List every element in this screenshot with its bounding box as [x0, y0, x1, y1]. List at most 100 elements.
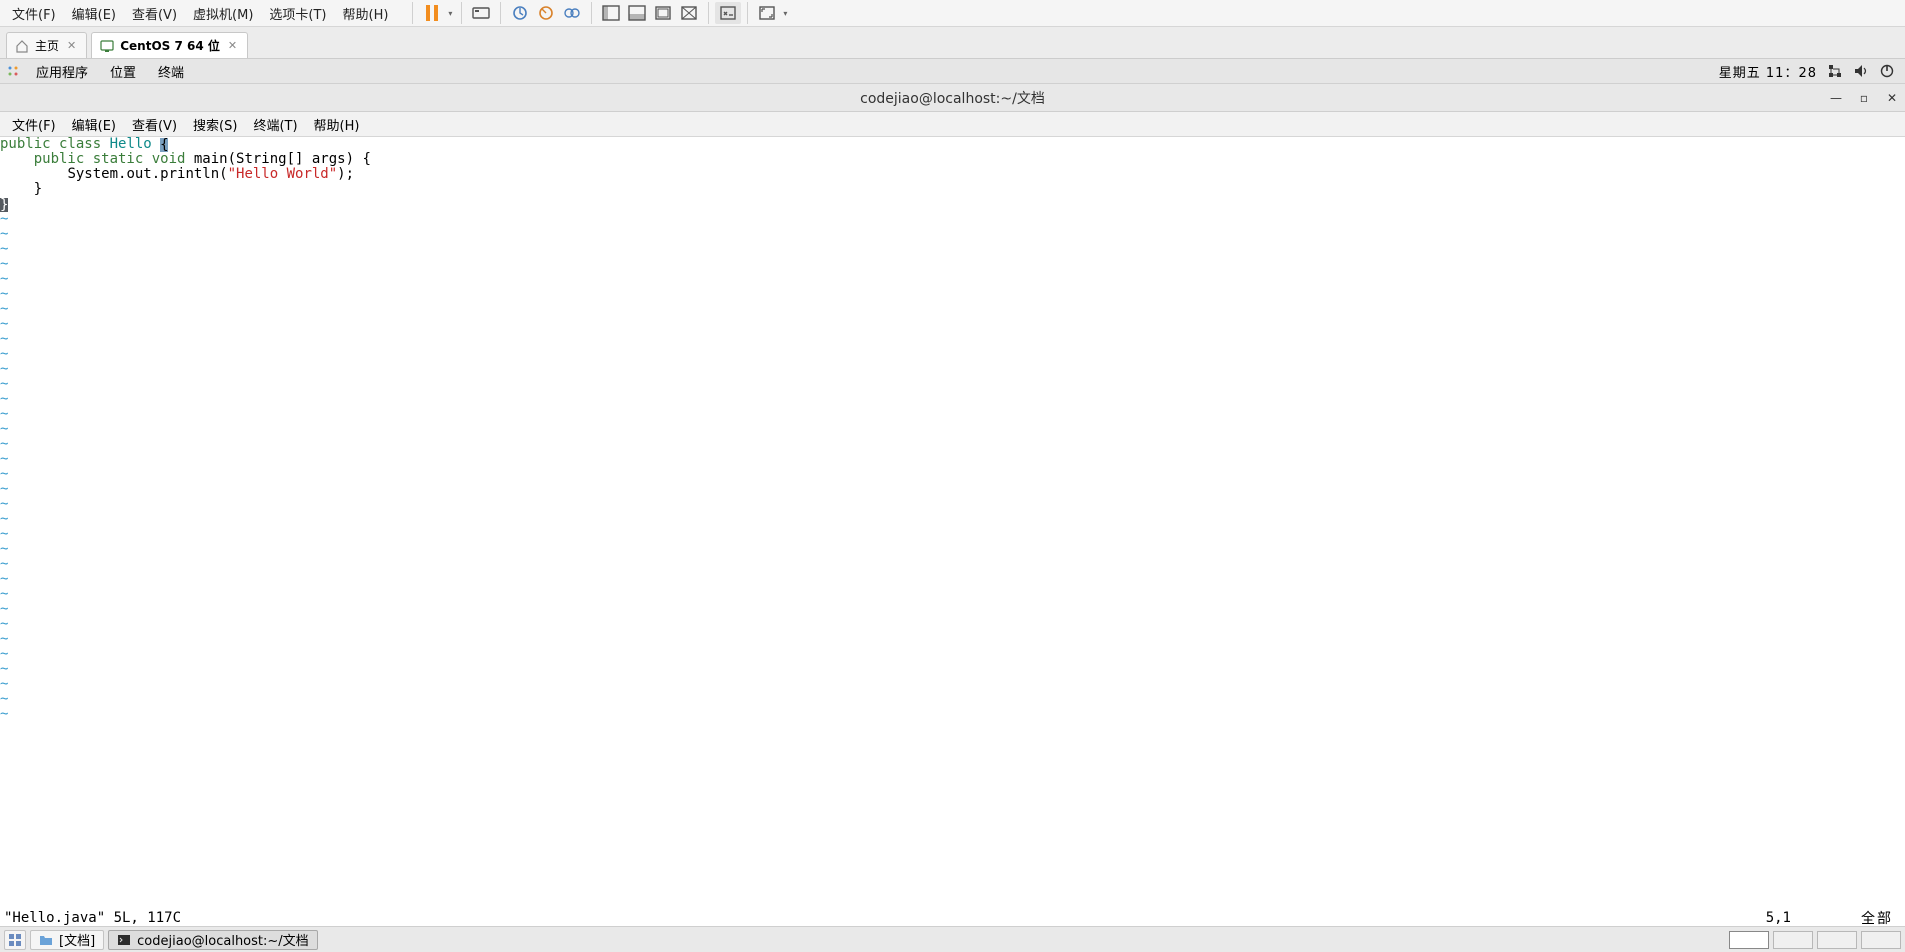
- menu-edit[interactable]: 编辑(E): [64, 0, 124, 27]
- snapshot-manager-icon[interactable]: [559, 2, 585, 24]
- taskbar-docs[interactable]: [文档]: [30, 930, 104, 950]
- home-icon: [15, 39, 29, 53]
- menu-file[interactable]: 文件(F): [4, 0, 64, 27]
- gnome-applications[interactable]: 应用程序: [26, 59, 98, 84]
- terminal-menubar: 文件(F) 编辑(E) 查看(V) 搜索(S) 终端(T) 帮助(H): [0, 112, 1905, 137]
- vim-empty-line: ~: [0, 407, 1905, 422]
- code-line-1: public class Hello {: [0, 137, 1905, 152]
- power-icon[interactable]: [1879, 63, 1895, 79]
- workspace-4[interactable]: [1861, 931, 1901, 949]
- vim-empty-line: ~: [0, 557, 1905, 572]
- workspace-1[interactable]: [1729, 931, 1769, 949]
- snapshot-revert-icon[interactable]: [533, 2, 559, 24]
- gnome-places[interactable]: 位置: [100, 59, 146, 84]
- vim-editor[interactable]: public class Hello { public static void …: [0, 137, 1905, 909]
- tab-home[interactable]: 主页 ✕: [6, 32, 87, 58]
- code-line-5: }: [0, 197, 1905, 212]
- vim-empty-line: ~: [0, 662, 1905, 677]
- term-menu-edit[interactable]: 编辑(E): [64, 112, 124, 137]
- terminal-title-text: codejiao@localhost:~/文档: [860, 88, 1045, 108]
- menu-vm[interactable]: 虚拟机(M): [185, 0, 261, 27]
- vim-empty-line: ~: [0, 452, 1905, 467]
- pause-vm-icon[interactable]: [419, 2, 445, 24]
- tab-home-label: 主页: [35, 37, 59, 54]
- vim-empty-line: ~: [0, 677, 1905, 692]
- fullscreen-icon[interactable]: [754, 2, 780, 24]
- code-line-3: System.out.println("Hello World");: [0, 167, 1905, 182]
- term-menu-terminal[interactable]: 终端(T): [245, 112, 305, 137]
- vim-empty-line: ~: [0, 587, 1905, 602]
- tab-centos-label: CentOS 7 64 位: [120, 37, 220, 54]
- vim-cursor: }: [0, 198, 8, 212]
- view-stretch-icon[interactable]: [676, 2, 702, 24]
- view-console-icon[interactable]: [650, 2, 676, 24]
- view-sidebar-icon[interactable]: [598, 2, 624, 24]
- vim-empty-line: ~: [0, 362, 1905, 377]
- tab-centos-close-icon[interactable]: ✕: [226, 39, 239, 52]
- vim-empty-line: ~: [0, 272, 1905, 287]
- taskbar-terminal-label: codejiao@localhost:~/文档: [137, 930, 309, 949]
- tab-home-close-icon[interactable]: ✕: [65, 39, 78, 52]
- activities-icon[interactable]: [6, 64, 20, 78]
- vim-empty-line: ~: [0, 632, 1905, 647]
- menu-help[interactable]: 帮助(H): [335, 0, 397, 27]
- network-icon[interactable]: [1827, 63, 1843, 79]
- brace-match-highlight: {: [160, 138, 168, 152]
- taskbar-terminal[interactable]: codejiao@localhost:~/文档: [108, 930, 318, 950]
- window-maximize-icon[interactable]: ▫: [1855, 90, 1873, 106]
- term-menu-help[interactable]: 帮助(H): [306, 112, 368, 137]
- workspace-switcher: [1729, 931, 1901, 949]
- code-line-2: public static void main(String[] args) {: [0, 152, 1905, 167]
- menu-tabs[interactable]: 选项卡(T): [261, 0, 334, 27]
- vim-empty-line: ~: [0, 572, 1905, 587]
- terminal-titlebar: codejiao@localhost:~/文档 — ▫ ✕: [0, 84, 1905, 112]
- term-menu-search[interactable]: 搜索(S): [185, 112, 245, 137]
- term-menu-file[interactable]: 文件(F): [4, 112, 64, 137]
- vim-empty-line: ~: [0, 242, 1905, 257]
- vim-empty-line: ~: [0, 527, 1905, 542]
- vim-empty-line: ~: [0, 692, 1905, 707]
- vim-empty-line: ~: [0, 437, 1905, 452]
- vmware-host-menubar: 文件(F) 编辑(E) 查看(V) 虚拟机(M) 选项卡(T) 帮助(H) ▾: [0, 0, 1905, 27]
- window-minimize-icon[interactable]: —: [1827, 90, 1845, 106]
- vim-empty-line: ~: [0, 317, 1905, 332]
- vim-empty-line: ~: [0, 287, 1905, 302]
- send-ctrl-alt-del-icon[interactable]: [468, 2, 494, 24]
- vim-empty-line: ~: [0, 707, 1905, 722]
- vmware-tabstrip: 主页 ✕ CentOS 7 64 位 ✕: [0, 27, 1905, 59]
- vim-status-file: "Hello.java" 5L, 117C: [4, 910, 181, 926]
- show-desktop-button[interactable]: [4, 930, 26, 950]
- power-dropdown-icon[interactable]: ▾: [445, 9, 455, 18]
- gnome-clock[interactable]: 星期五 11：28: [1719, 62, 1817, 81]
- view-thumbnail-icon[interactable]: [624, 2, 650, 24]
- vim-empty-line: ~: [0, 227, 1905, 242]
- folder-icon: [39, 933, 53, 947]
- vim-status-scroll: 全部: [1861, 908, 1901, 928]
- vim-empty-line: ~: [0, 332, 1905, 347]
- unity-mode-icon[interactable]: [715, 2, 741, 24]
- vim-empty-line: ~: [0, 482, 1905, 497]
- vim-status-pos: 5,1: [1766, 910, 1861, 926]
- vim-empty-line: ~: [0, 467, 1905, 482]
- workspace-3[interactable]: [1817, 931, 1857, 949]
- window-close-icon[interactable]: ✕: [1883, 90, 1901, 106]
- workspace-2[interactable]: [1773, 931, 1813, 949]
- vim-empty-line: ~: [0, 542, 1905, 557]
- volume-icon[interactable]: [1853, 63, 1869, 79]
- menu-view[interactable]: 查看(V): [124, 0, 185, 27]
- snapshot-take-icon[interactable]: [507, 2, 533, 24]
- tab-centos[interactable]: CentOS 7 64 位 ✕: [91, 32, 248, 58]
- gnome-top-panel: 应用程序 位置 终端 星期五 11：28: [0, 59, 1905, 84]
- vim-empty-line: ~: [0, 257, 1905, 272]
- gnome-terminal-app[interactable]: 终端: [148, 59, 194, 84]
- gnome-bottom-panel: [文档] codejiao@localhost:~/文档: [0, 926, 1905, 952]
- taskbar-docs-label: [文档]: [59, 930, 95, 949]
- vim-empty-line: ~: [0, 392, 1905, 407]
- vim-status-line: "Hello.java" 5L, 117C 5,1 全部: [0, 909, 1905, 926]
- fullscreen-dropdown-icon[interactable]: ▾: [780, 9, 790, 18]
- term-menu-view[interactable]: 查看(V): [124, 112, 185, 137]
- vim-empty-line: ~: [0, 497, 1905, 512]
- vim-empty-line: ~: [0, 647, 1905, 662]
- code-line-4: }: [0, 182, 1905, 197]
- vim-empty-line: ~: [0, 302, 1905, 317]
